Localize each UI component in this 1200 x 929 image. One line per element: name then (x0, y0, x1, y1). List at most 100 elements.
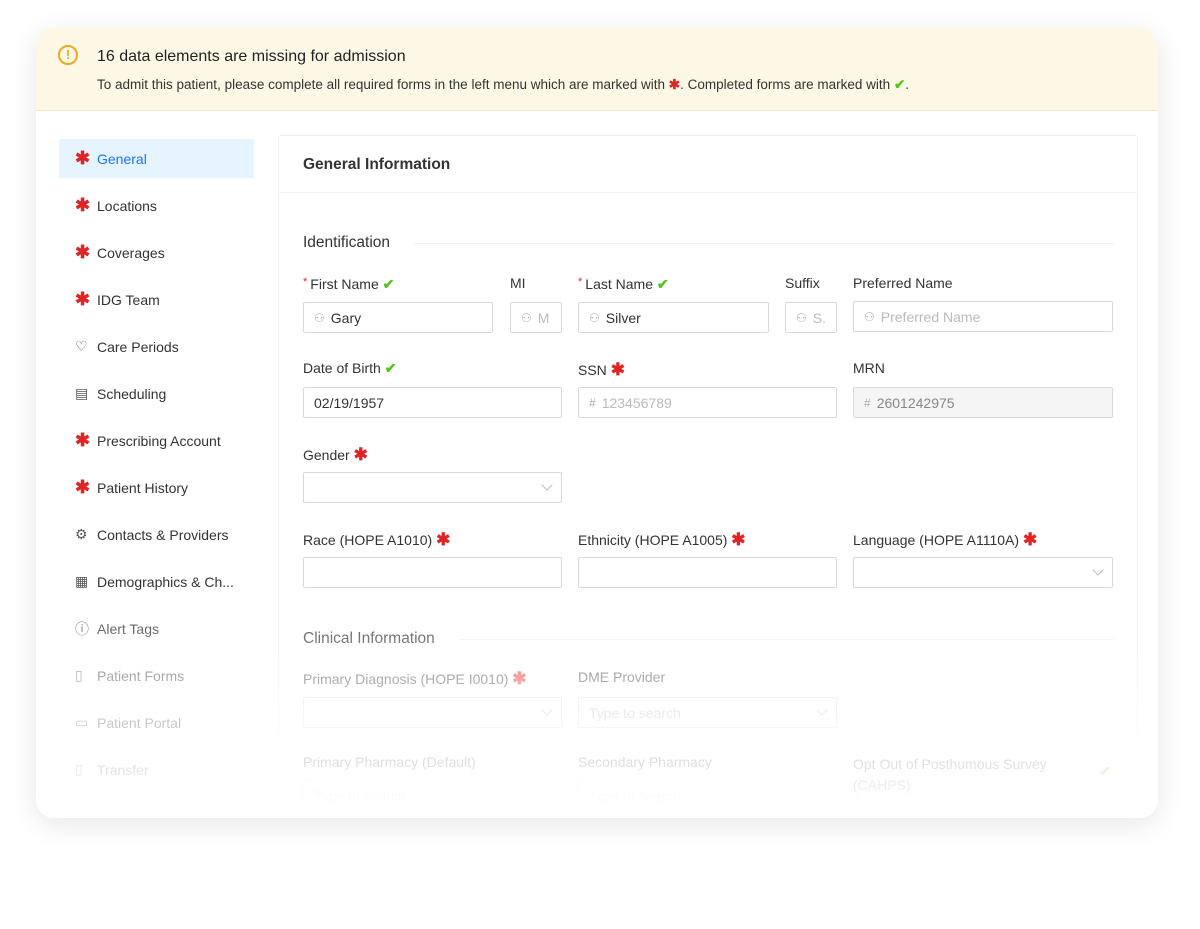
document-icon: ▦ (75, 573, 89, 589)
ssn-input[interactable]: #123456789 (578, 387, 837, 418)
last-name-value: Silver (605, 309, 641, 326)
completed-check-icon: ✔ (656, 276, 669, 292)
alert-circle-icon: ⓘ (75, 620, 89, 637)
sidebar-item-patient-portal[interactable]: ▭ Patient Portal (59, 703, 254, 742)
chevron-down-icon (1092, 564, 1104, 576)
missing-data-banner: ! 16 data elements are missing for admis… (36, 28, 1158, 111)
opt-out-label-line2: (CAHPS) (853, 777, 911, 793)
hash-icon: # (864, 395, 871, 410)
required-asterisk-icon: ✱ (75, 430, 91, 450)
primary-diagnosis-label-text: Primary Diagnosis (HOPE I0010) (303, 671, 509, 687)
banner-description: To admit this patient, please complete a… (97, 77, 909, 93)
opt-out-checkbox[interactable]: ✔ (1099, 763, 1111, 780)
gear-icon: ⚙ (75, 526, 88, 542)
sidebar-item-scheduling[interactable]: ▤ Scheduling (59, 374, 254, 413)
user-icon: ⚇ (521, 310, 532, 325)
banner-desc-text-1: To admit this patient, please complete a… (97, 77, 666, 92)
suffix-placeholder: S. (812, 309, 826, 326)
first-name-input[interactable]: ⚇ Gary (303, 302, 493, 333)
race-input[interactable] (303, 557, 562, 588)
panel-title: General Information (303, 156, 451, 173)
dme-provider-label: DME Provider (578, 669, 666, 685)
file-icon: ▯ (75, 667, 83, 683)
sidebar-item-alert-tags[interactable]: ⓘ Alert Tags (59, 609, 254, 648)
heart-icon: ♡ (75, 338, 88, 354)
dob-value: 02/19/1957 (314, 394, 385, 411)
sidebar-item-contacts-providers[interactable]: ⚙ Contacts & Providers (59, 515, 254, 554)
language-label: Language (HOPE A1110A) ✱ (853, 530, 1037, 550)
sidebar-item-label: Coverages (97, 244, 165, 261)
required-asterisk-icon: ✱ (75, 242, 91, 262)
primary-diagnosis-label: Primary Diagnosis (HOPE I0010) ✱ (303, 669, 527, 689)
mrn-input: #2601242975 (853, 387, 1113, 418)
banner-desc-text-2: . Completed forms are marked with (680, 77, 891, 92)
gender-label: Gender ✱ (303, 445, 368, 465)
sidebar-item-label: Alert Tags (97, 620, 159, 637)
dme-provider-placeholder: Type to search (589, 704, 681, 721)
suffix-input[interactable]: ⚇ S. (785, 302, 837, 333)
section-divider (414, 243, 1114, 244)
required-asterisk-icon: ✱ (353, 445, 368, 464)
section-divider (459, 639, 1114, 640)
preferred-name-label: Preferred Name (853, 275, 953, 291)
required-asterisk-icon: ✱ (75, 289, 91, 309)
last-name-input[interactable]: ⚇ Silver (578, 302, 769, 333)
warning-icon: ! (58, 45, 78, 65)
general-information-panel: General Information Identification * Firs… (278, 135, 1138, 818)
ssn-placeholder: 123456789 (601, 394, 672, 411)
ssn-label: SSN ✱ (578, 360, 625, 380)
sidebar-item-coverages[interactable]: ✱ Coverages (59, 233, 254, 272)
dob-label: Date of Birth ✔ (303, 360, 396, 377)
required-asterisk-icon: ✱ (512, 669, 527, 688)
sidebar-item-care-periods[interactable]: ♡ Care Periods (59, 327, 254, 366)
sidebar-item-label: Scheduling (97, 385, 167, 402)
admission-card: ! 16 data elements are missing for admis… (36, 28, 1158, 818)
sidebar-item-patient-forms[interactable]: ▯ Patient Forms (59, 656, 254, 695)
sidebar-item-label: Prescribing Account (97, 432, 221, 449)
required-asterisk-icon: * (578, 276, 583, 288)
dme-provider-select[interactable]: Type to search (578, 697, 837, 728)
required-asterisk-icon: ✱ (731, 530, 746, 549)
portal-icon: ▭ (75, 714, 89, 730)
first-name-label: * First Name ✔ (303, 276, 394, 293)
calendar-icon: ▤ (75, 385, 89, 401)
form-menu: ✱ General ✱ Locations ✱ Coverages ✱ IDG … (59, 139, 254, 797)
sidebar-item-label: Care Periods (97, 338, 179, 355)
dob-input[interactable]: 02/19/1957 (303, 387, 562, 418)
primary-pharmacy-select[interactable]: Type to search (303, 780, 562, 811)
required-asterisk-icon: ✱ (75, 477, 91, 497)
opt-out-label: Opt Out of Posthumous Survey (CAHPS) (853, 754, 1047, 796)
language-select[interactable] (853, 557, 1113, 588)
sidebar-item-idg-team[interactable]: ✱ IDG Team (59, 280, 254, 319)
required-asterisk-icon: ✱ (1022, 530, 1038, 549)
sidebar-item-transfer[interactable]: ▯ Transfer (59, 750, 254, 789)
secondary-pharmacy-select[interactable]: Type to search (578, 780, 837, 811)
ethnicity-input[interactable] (578, 557, 837, 588)
suffix-label: Suffix (785, 275, 820, 291)
sidebar-item-label: Transfer (97, 761, 149, 778)
required-asterisk-icon: ✱ (668, 77, 681, 92)
required-asterisk-icon: ✱ (610, 360, 625, 379)
primary-pharmacy-label: Primary Pharmacy (Default) (303, 754, 476, 770)
ethnicity-label: Ethnicity (HOPE A1005) ✱ (578, 530, 746, 550)
mi-input[interactable]: ⚇ M (510, 302, 562, 333)
sidebar-item-locations[interactable]: ✱ Locations (59, 186, 254, 225)
section-identification: Identification (303, 234, 391, 251)
sidebar-item-demographics[interactable]: ▦ Demographics & Ch... (59, 562, 254, 601)
banner-title: 16 data elements are missing for admissi… (97, 48, 406, 65)
secondary-pharmacy-label: Secondary Pharmacy (578, 754, 712, 770)
sidebar-item-label: Patient History (97, 479, 189, 496)
primary-diagnosis-select[interactable] (303, 697, 562, 728)
ethnicity-label-text: Ethnicity (HOPE A1005) (578, 532, 728, 548)
sidebar-item-patient-history[interactable]: ✱ Patient History (59, 468, 254, 507)
primary-pharmacy-placeholder: Type to search (314, 787, 406, 804)
chevron-down-icon (541, 704, 553, 716)
sidebar-item-prescribing-account[interactable]: ✱ Prescribing Account (59, 421, 254, 460)
required-asterisk-icon: ✱ (75, 148, 91, 168)
chevron-down-icon (541, 479, 553, 491)
gender-select[interactable] (303, 472, 562, 503)
preferred-name-input[interactable]: ⚇ Preferred Name (853, 301, 1113, 332)
language-label-text: Language (HOPE A1110A) (853, 532, 1020, 548)
sidebar-item-general[interactable]: ✱ General (59, 139, 254, 178)
required-asterisk-icon: ✱ (436, 530, 451, 549)
